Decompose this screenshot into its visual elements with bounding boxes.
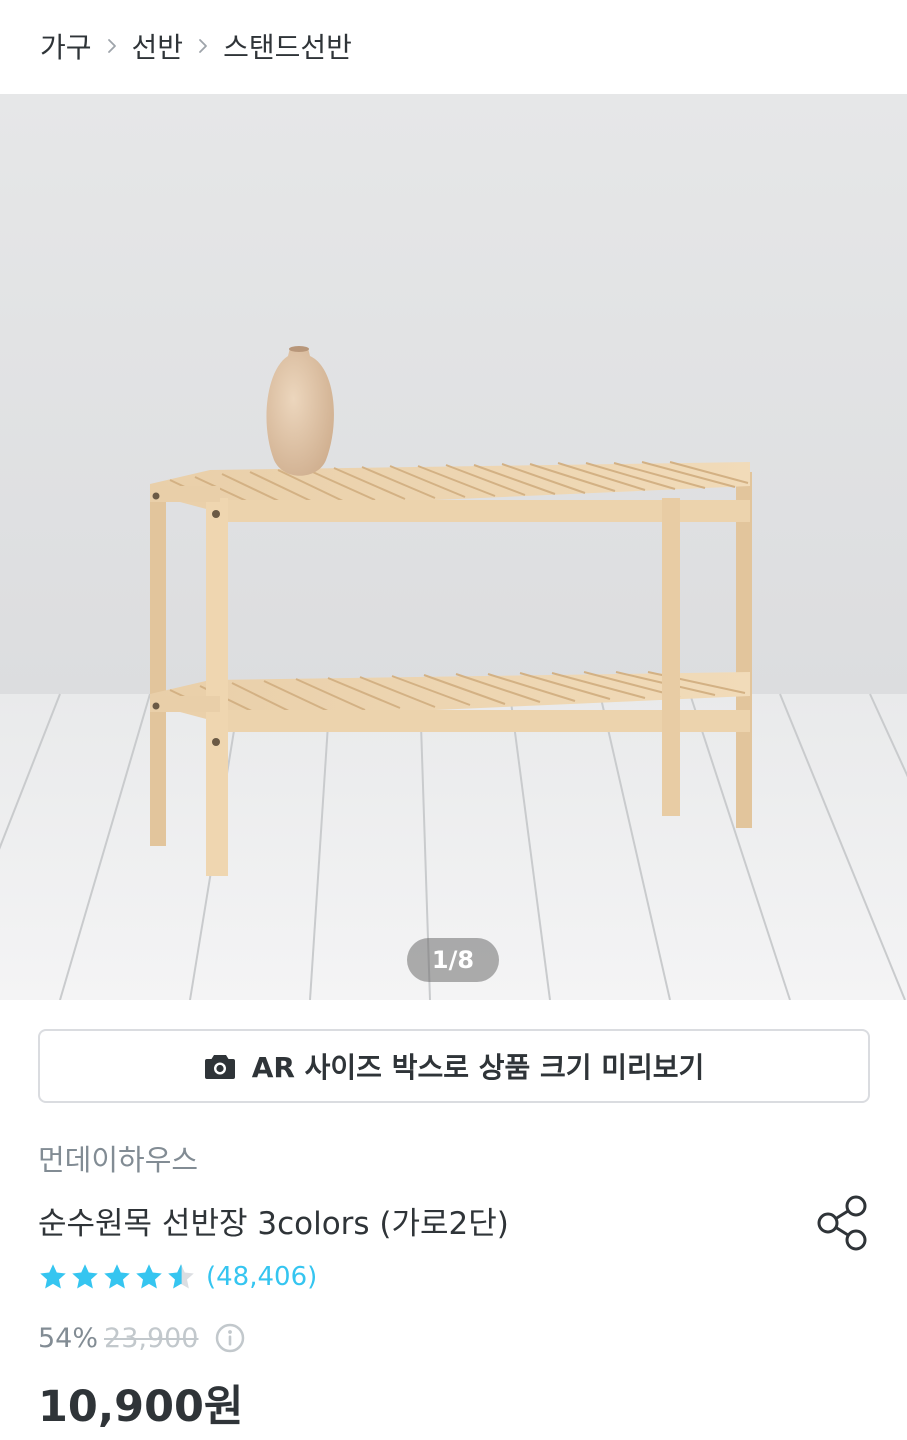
- discount-rate: 54%: [38, 1322, 99, 1354]
- info-icon[interactable]: [213, 1321, 247, 1355]
- brand-name[interactable]: 먼데이하우스: [38, 1137, 198, 1179]
- star-icon: [40, 1264, 66, 1289]
- star-icon: [72, 1264, 98, 1289]
- product-photo: [0, 94, 907, 1000]
- chevron-right-icon: [183, 26, 223, 66]
- star-half-icon: [168, 1264, 194, 1289]
- ar-button-label: AR 사이즈 박스로 상품 크기 미리보기: [251, 1051, 705, 1084]
- page-indicator: 1/8: [407, 938, 499, 982]
- product-title: 순수원목 선반장 3colors (가로2단): [38, 1206, 509, 1242]
- star-icon: [136, 1264, 162, 1289]
- star-icon: [104, 1264, 130, 1289]
- price-row: 54% 23,900: [38, 1318, 247, 1358]
- review-count-link[interactable]: (48,406): [206, 1262, 317, 1292]
- breadcrumb-item-shelf[interactable]: 선반: [132, 26, 184, 66]
- breadcrumb: 가구 선반 스탠드선반: [40, 24, 352, 68]
- rating-stars: [38, 1262, 196, 1292]
- camera-icon: [204, 1052, 236, 1080]
- sale-price: 10,900원: [38, 1382, 244, 1432]
- share-icon[interactable]: [812, 1192, 872, 1254]
- rating: (48,406): [38, 1258, 317, 1296]
- ar-size-preview-button[interactable]: AR 사이즈 박스로 상품 크기 미리보기: [38, 1029, 870, 1103]
- chevron-right-icon: [92, 26, 132, 66]
- original-price: 23,900: [104, 1322, 199, 1354]
- breadcrumb-item-furniture[interactable]: 가구: [40, 26, 92, 66]
- breadcrumb-item-stand-shelf[interactable]: 스탠드선반: [223, 26, 352, 66]
- product-image-gallery[interactable]: 1/8: [0, 94, 907, 1000]
